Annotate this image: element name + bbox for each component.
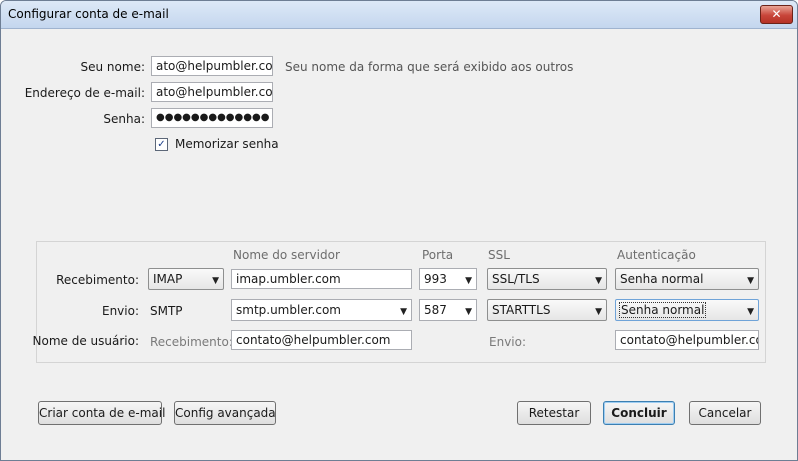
incoming-label: Recebimento: (56, 273, 139, 287)
server-settings-panel: Nome do servidor Porta SSL Autenticação … (32, 241, 766, 363)
name-hint: Seu nome da forma que será exibido aos o… (285, 60, 574, 74)
remember-password-label[interactable]: Memorizar senha (175, 137, 279, 151)
username-outgoing-input[interactable]: contato@helpumbler.com (615, 330, 759, 350)
header-server-name: Nome do servidor (233, 248, 340, 262)
cancel-button[interactable]: Cancelar (689, 401, 761, 425)
done-button[interactable]: Concluir (603, 401, 675, 425)
email-label: Endereço de e-mail: (24, 86, 145, 100)
chevron-down-icon: ▼ (747, 276, 754, 286)
email-input[interactable]: ato@helpumbler.com (151, 82, 273, 102)
name-label: Seu nome: (80, 60, 145, 74)
incoming-server-input[interactable]: imap.umbler.com (231, 269, 412, 289)
dialog-content: Seu nome: ato@helpumbler.com Seu nome da… (3, 29, 795, 458)
header-ssl: SSL (488, 248, 510, 262)
header-auth: Autenticação (617, 248, 696, 262)
username-label: Nome de usuário: (32, 334, 140, 348)
incoming-ssl-select[interactable]: SSL/TLS ▼ (487, 268, 607, 290)
chevron-down-icon: ▼ (465, 276, 472, 286)
outgoing-ssl-select[interactable]: STARTTLS ▼ (487, 299, 607, 321)
remember-password-checkbox[interactable]: ✓ (155, 138, 168, 151)
dialog-window: Configurar conta de e-mail ✕ Seu nome: a… (0, 0, 798, 461)
chevron-down-icon: ▼ (595, 276, 602, 286)
chevron-down-icon: ▼ (595, 307, 602, 317)
username-incoming-input[interactable]: contato@helpumbler.com (231, 330, 412, 350)
outgoing-server-combo[interactable]: smtp.umbler.com ▼ (231, 299, 412, 321)
close-icon: ✕ (771, 7, 782, 21)
password-input[interactable]: ●●●●●●●●●●●●● (151, 108, 273, 128)
incoming-auth-select[interactable]: Senha normal ▼ (615, 268, 759, 290)
username-incoming-label: Recebimento: (150, 335, 233, 349)
outgoing-port-combo[interactable]: 587 ▼ (419, 299, 477, 321)
close-button[interactable]: ✕ (760, 5, 793, 24)
password-label: Senha: (103, 112, 145, 126)
advanced-config-button[interactable]: Config avançada (174, 401, 276, 425)
incoming-port-combo[interactable]: 993 ▼ (419, 268, 477, 290)
chevron-down-icon: ▼ (212, 276, 219, 286)
name-input[interactable]: ato@helpumbler.com (151, 56, 273, 76)
outgoing-label: Envio: (101, 304, 139, 318)
chevron-down-icon: ▼ (465, 307, 472, 317)
chevron-down-icon: ▼ (747, 307, 754, 317)
outgoing-protocol: SMTP (150, 304, 183, 318)
chevron-down-icon: ▼ (400, 307, 407, 317)
create-account-button[interactable]: Criar conta de e-mail (38, 401, 165, 425)
header-port: Porta (422, 248, 454, 262)
checkmark-icon: ✓ (157, 139, 166, 150)
window-title: Configurar conta de e-mail (8, 7, 169, 21)
title-bar: Configurar conta de e-mail ✕ (1, 1, 797, 29)
retest-button[interactable]: Retestar (517, 401, 591, 425)
incoming-protocol-select[interactable]: IMAP ▼ (148, 268, 224, 290)
username-outgoing-label: Envio: (489, 335, 527, 349)
outgoing-auth-select[interactable]: Senha normal ▼ (615, 299, 759, 321)
